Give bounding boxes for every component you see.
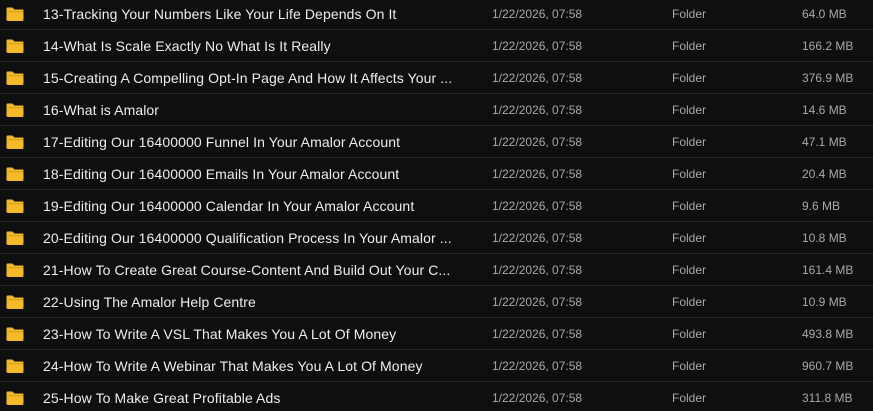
item-modified-date: 1/22/2026, 07:58 (492, 359, 583, 373)
list-item[interactable]: 23-How To Write A VSL That Makes You A L… (0, 318, 873, 350)
item-modified-date: 1/22/2026, 07:58 (492, 263, 583, 277)
item-name: 13-Tracking Your Numbers Like Your Life … (43, 6, 397, 22)
folder-icon (6, 7, 24, 22)
folder-icon (6, 135, 24, 150)
list-item[interactable]: 13-Tracking Your Numbers Like Your Life … (0, 0, 873, 30)
folder-icon (6, 263, 24, 278)
item-name: 25-How To Make Great Profitable Ads (43, 390, 281, 406)
item-size: 64.0 MB (802, 7, 847, 21)
item-type: Folder (672, 327, 707, 341)
folder-icon (6, 295, 24, 310)
list-item[interactable]: 17-Editing Our 16400000 Funnel In Your A… (0, 126, 873, 158)
item-size: 14.6 MB (802, 103, 847, 117)
item-size: 311.8 MB (802, 391, 853, 405)
item-type: Folder (672, 135, 707, 149)
list-item[interactable]: 16-What is Amalor 1/22/2026, 07:58 Folde… (0, 94, 873, 126)
item-modified-date: 1/22/2026, 07:58 (492, 7, 583, 21)
folder-icon (6, 391, 24, 406)
item-name: 17-Editing Our 16400000 Funnel In Your A… (43, 134, 401, 150)
item-size: 10.8 MB (802, 231, 847, 245)
item-type: Folder (672, 71, 707, 85)
item-modified-date: 1/22/2026, 07:58 (492, 231, 583, 245)
item-type: Folder (672, 39, 707, 53)
folder-icon (6, 71, 24, 86)
item-type: Folder (672, 199, 707, 213)
item-type: Folder (672, 103, 707, 117)
item-type: Folder (672, 295, 707, 309)
item-size: 10.9 MB (802, 295, 847, 309)
item-modified-date: 1/22/2026, 07:58 (492, 39, 583, 53)
list-item[interactable]: 15-Creating A Compelling Opt-In Page And… (0, 62, 873, 94)
item-modified-date: 1/22/2026, 07:58 (492, 135, 583, 149)
list-item[interactable]: 18-Editing Our 16400000 Emails In Your A… (0, 158, 873, 190)
item-size: 376.9 MB (802, 71, 854, 85)
item-name: 21-How To Create Great Course-Content An… (43, 262, 451, 278)
item-modified-date: 1/22/2026, 07:58 (492, 199, 583, 213)
item-size: 960.7 MB (802, 359, 854, 373)
list-item[interactable]: 20-Editing Our 16400000 Qualification Pr… (0, 222, 873, 254)
item-name: 18-Editing Our 16400000 Emails In Your A… (43, 166, 400, 182)
list-item[interactable]: 25-How To Make Great Profitable Ads 1/22… (0, 382, 873, 411)
item-size: 20.4 MB (802, 167, 847, 181)
item-modified-date: 1/22/2026, 07:58 (492, 391, 583, 405)
item-name: 19-Editing Our 16400000 Calendar In Your… (43, 198, 415, 214)
item-name: 20-Editing Our 16400000 Qualification Pr… (43, 230, 452, 246)
item-size: 9.6 MB (802, 199, 841, 213)
folder-icon (6, 231, 24, 246)
list-item[interactable]: 22-Using The Amalor Help Centre 1/22/202… (0, 286, 873, 318)
folder-icon (6, 359, 24, 374)
item-type: Folder (672, 263, 707, 277)
folder-icon (6, 199, 24, 214)
item-modified-date: 1/22/2026, 07:58 (492, 71, 583, 85)
item-size: 161.4 MB (802, 263, 854, 277)
item-modified-date: 1/22/2026, 07:58 (492, 103, 583, 117)
item-type: Folder (672, 391, 707, 405)
item-name: 16-What is Amalor (43, 102, 160, 118)
item-name: 14-What Is Scale Exactly No What Is It R… (43, 38, 331, 54)
item-size: 47.1 MB (802, 135, 847, 149)
item-size: 166.2 MB (802, 39, 854, 53)
folder-icon (6, 103, 24, 118)
list-item[interactable]: 19-Editing Our 16400000 Calendar In Your… (0, 190, 873, 222)
list-item[interactable]: 24-How To Write A Webinar That Makes You… (0, 350, 873, 382)
item-name: 22-Using The Amalor Help Centre (43, 294, 256, 310)
item-type: Folder (672, 167, 707, 181)
item-name: 15-Creating A Compelling Opt-In Page And… (43, 70, 453, 86)
item-type: Folder (672, 7, 707, 21)
item-type: Folder (672, 359, 707, 373)
item-name: 24-How To Write A Webinar That Makes You… (43, 358, 423, 374)
item-modified-date: 1/22/2026, 07:58 (492, 295, 583, 309)
folder-icon (6, 327, 24, 342)
folder-icon (6, 167, 24, 182)
folder-icon (6, 39, 24, 54)
item-modified-date: 1/22/2026, 07:58 (492, 167, 583, 181)
item-size: 493.8 MB (802, 327, 854, 341)
item-type: Folder (672, 231, 707, 245)
item-name: 23-How To Write A VSL That Makes You A L… (43, 326, 397, 342)
item-modified-date: 1/22/2026, 07:58 (492, 327, 583, 341)
file-list: 13-Tracking Your Numbers Like Your Life … (0, 0, 873, 411)
list-item[interactable]: 14-What Is Scale Exactly No What Is It R… (0, 30, 873, 62)
list-item[interactable]: 21-How To Create Great Course-Content An… (0, 254, 873, 286)
